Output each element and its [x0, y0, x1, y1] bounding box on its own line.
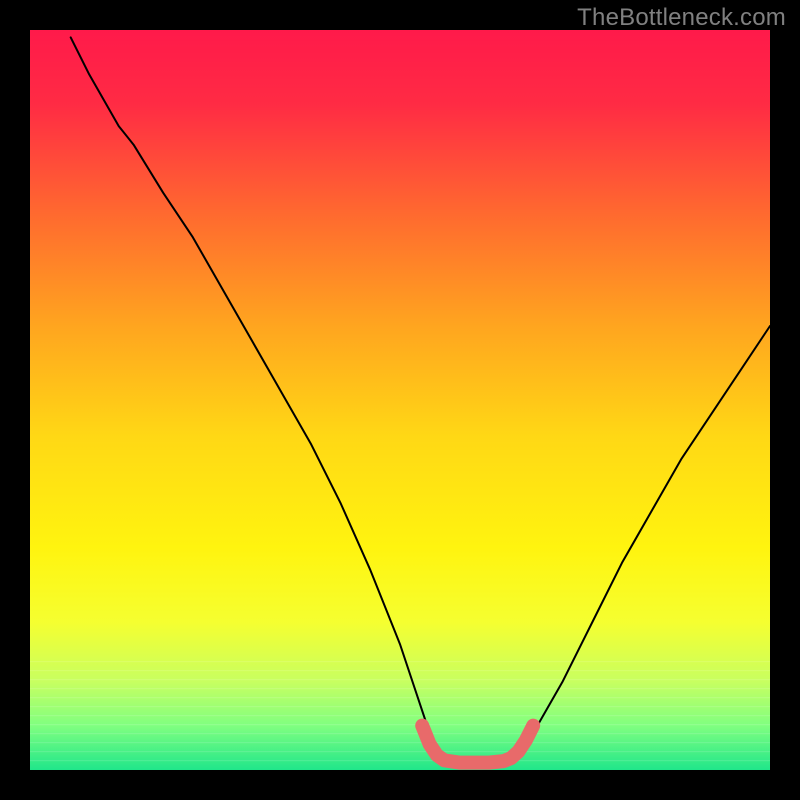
gradient-background	[30, 30, 770, 770]
chart-root: TheBottleneck.com	[0, 0, 800, 800]
chart-svg	[30, 30, 770, 770]
watermark-text: TheBottleneck.com	[577, 4, 786, 32]
plot-area	[30, 30, 770, 770]
